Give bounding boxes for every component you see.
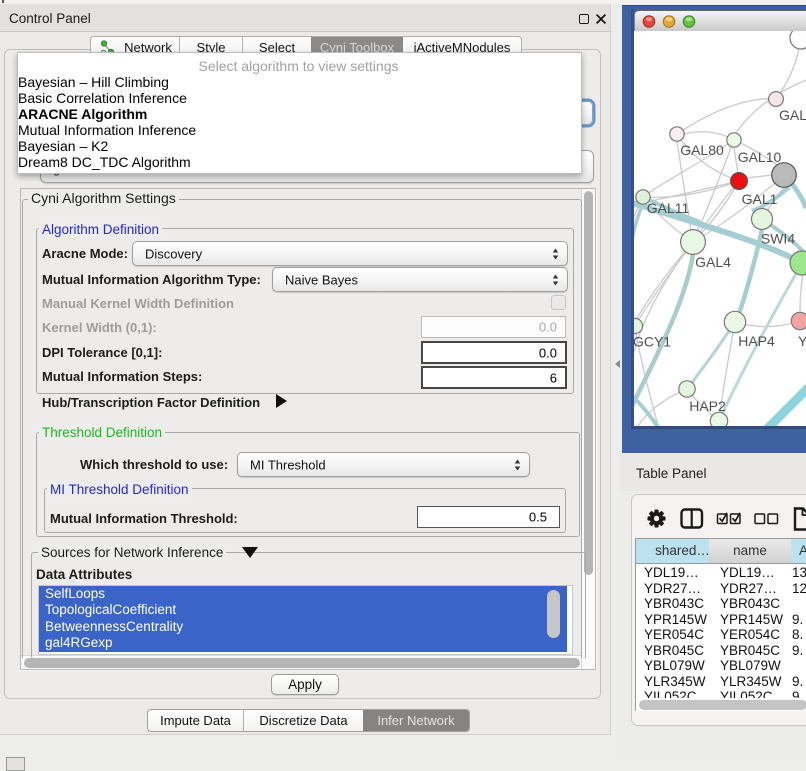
svg-text:GAL4: GAL4 <box>695 254 731 270</box>
svg-text:GCY1: GCY1 <box>634 334 671 350</box>
svg-text:GAL80: GAL80 <box>680 142 724 158</box>
svg-text:GAL10: GAL10 <box>738 149 782 165</box>
svg-text:HAP4: HAP4 <box>738 333 775 349</box>
svg-text:SWI4: SWI4 <box>761 231 795 247</box>
svg-text:HAP2: HAP2 <box>689 398 726 414</box>
svg-text:GAL7: GAL7 <box>779 107 806 123</box>
svg-text:GAL1: GAL1 <box>742 191 778 207</box>
svg-text:GAL11: GAL11 <box>647 200 690 216</box>
svg-text:YJR: YJR <box>798 333 806 349</box>
